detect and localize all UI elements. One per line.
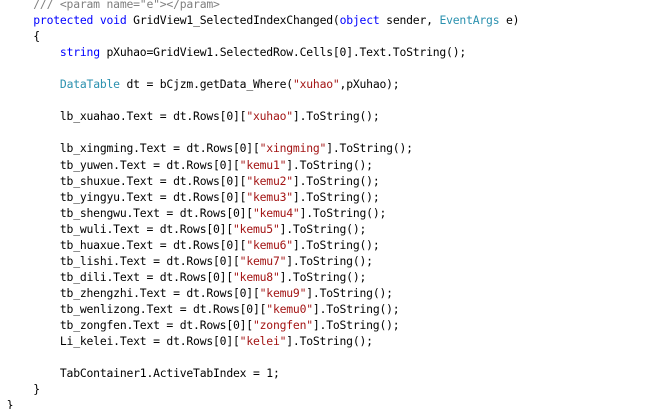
code-token-cmt: /// <param name="e"></param> bbox=[33, 0, 220, 11]
code-token-str: "xuhao" bbox=[292, 77, 340, 92]
code-token-plain: ,pXuhao); bbox=[339, 77, 400, 92]
code-line[interactable]: tb_yingyu.Text = dt.Rows[0]["kemu3"].ToS… bbox=[0, 189, 380, 205]
code-token-plain: GridView1_SelectedIndexChanged( bbox=[126, 13, 340, 28]
code-token-plain: TabContainer1.ActiveTabIndex = 1; bbox=[0, 366, 280, 381]
code-token-kw: object bbox=[339, 13, 380, 28]
code-token-str: "kemu1" bbox=[239, 157, 287, 172]
code-token-str: "kemu5" bbox=[233, 221, 280, 236]
code-token-str: "kemu3" bbox=[246, 189, 293, 204]
code-token-str: "xingming" bbox=[259, 141, 327, 156]
code-token-type: EventArgs bbox=[439, 13, 500, 28]
code-token-plain: ].ToString(); bbox=[279, 221, 367, 236]
code-token-plain: lb_xingming.Text = dt.Rows[0][ bbox=[0, 141, 260, 156]
code-token-plain: tb_huaxue.Text = dt.Rows[0][ bbox=[0, 237, 247, 252]
code-token-plain: tb_zongfen.Text = dt.Rows[0][ bbox=[0, 318, 253, 332]
code-token-plain: } bbox=[33, 382, 40, 397]
code-token-plain: tb_dili.Text = dt.Rows[0][ bbox=[0, 269, 233, 284]
code-editor[interactable]: /// <param name="e"></param> protected v… bbox=[0, 0, 660, 409]
code-line[interactable]: } bbox=[0, 381, 40, 397]
code-token-plain: ].ToString(); bbox=[312, 301, 400, 316]
code-line[interactable]: } bbox=[0, 397, 14, 409]
code-line[interactable]: tb_dili.Text = dt.Rows[0]["kemu8"].ToStr… bbox=[0, 269, 366, 285]
code-line[interactable]: lb_xuahao.Text = dt.Rows[0]["xuhao"].ToS… bbox=[0, 108, 380, 124]
code-line[interactable]: tb_zhengzhi.Text = dt.Rows[0]["kemu9"].T… bbox=[0, 285, 393, 301]
code-token-str: "kemu7" bbox=[239, 253, 287, 268]
code-token-plain: ].ToString(); bbox=[286, 253, 373, 268]
code-token-plain: ].ToString(); bbox=[292, 109, 380, 124]
code-token-plain: ].ToString(); bbox=[306, 285, 393, 300]
code-token-plain: tb_wuli.Text = dt.Rows[0][ bbox=[0, 221, 233, 236]
code-token-str: "kemu6" bbox=[246, 237, 293, 252]
code-token-plain: ].ToString(); bbox=[279, 269, 367, 284]
code-line[interactable]: protected void GridView1_SelectedIndexCh… bbox=[0, 12, 519, 28]
code-token-plain: ].ToString(); bbox=[292, 173, 380, 188]
code-line[interactable]: tb_lishi.Text = dt.Rows[0]["kemu7"].ToSt… bbox=[0, 253, 373, 269]
code-line[interactable]: { bbox=[0, 28, 40, 44]
code-token-plain: } bbox=[6, 398, 14, 409]
code-token-str: "kemu9" bbox=[259, 285, 307, 300]
code-token-plain: tb_yuwen.Text = dt.Rows[0][ bbox=[0, 157, 240, 172]
code-line[interactable]: tb_wuli.Text = dt.Rows[0]["kemu5"].ToStr… bbox=[0, 221, 366, 237]
code-token-str: "zongfen" bbox=[252, 318, 313, 332]
code-line[interactable]: tb_yuwen.Text = dt.Rows[0]["kemu1"].ToSt… bbox=[0, 157, 373, 173]
code-line[interactable]: /// <param name="e"></param> bbox=[0, 0, 220, 12]
code-token-plain: tb_yingyu.Text = dt.Rows[0][ bbox=[0, 189, 247, 204]
code-line[interactable]: DataTable dt = bCjzm.getData_Where("xuha… bbox=[0, 76, 400, 92]
code-token-str: "kemu8" bbox=[233, 269, 280, 284]
code-token-plain: ].ToString(); bbox=[286, 334, 373, 349]
code-token-plain: lb_xuahao.Text = dt.Rows[0][ bbox=[0, 109, 247, 124]
code-line[interactable]: lb_xingming.Text = dt.Rows[0]["xingming"… bbox=[0, 140, 413, 156]
code-token-str: "xuhao" bbox=[246, 109, 293, 124]
code-token-plain: e) bbox=[499, 13, 520, 28]
code-token-plain: ].ToString(); bbox=[326, 141, 413, 156]
code-token-str: "kemu4" bbox=[252, 205, 300, 220]
code-line[interactable]: tb_shuxue.Text = dt.Rows[0]["kemu2"].ToS… bbox=[0, 173, 380, 189]
code-token-str: "kemu2" bbox=[246, 173, 293, 188]
code-line[interactable]: Li_kelei.Text = dt.Rows[0]["kelei"].ToSt… bbox=[0, 333, 373, 349]
code-token-plain: ].ToString(); bbox=[292, 189, 380, 204]
code-line[interactable]: tb_shengwu.Text = dt.Rows[0]["kemu4"].To… bbox=[0, 205, 386, 221]
code-token-plain: pXuhao=GridView1.SelectedRow.Cells[0].Te… bbox=[99, 45, 467, 60]
code-token-str: "kelei" bbox=[239, 334, 287, 349]
code-token-plain: ].ToString(); bbox=[299, 205, 387, 220]
code-line[interactable]: tb_huaxue.Text = dt.Rows[0]["kemu6"].ToS… bbox=[0, 237, 380, 253]
code-token-str: "kemu0" bbox=[266, 301, 313, 316]
code-token-plain: ].ToString(); bbox=[286, 157, 373, 172]
code-token-type: DataTable bbox=[59, 77, 120, 92]
code-token-kw: void bbox=[99, 13, 127, 28]
code-token-plain: Li_kelei.Text = dt.Rows[0][ bbox=[0, 334, 240, 349]
code-token-plain: ].ToString(); bbox=[312, 318, 400, 332]
code-token-plain: tb_wenlizong.Text = dt.Rows[0][ bbox=[0, 301, 267, 316]
code-line[interactable]: TabContainer1.ActiveTabIndex = 1; bbox=[0, 365, 280, 381]
code-token-plain: tb_zhengzhi.Text = dt.Rows[0][ bbox=[0, 285, 260, 300]
code-token-plain: tb_lishi.Text = dt.Rows[0][ bbox=[0, 253, 240, 268]
code-token-kw: protected bbox=[33, 13, 94, 28]
code-line[interactable]: string pXuhao=GridView1.SelectedRow.Cell… bbox=[0, 44, 466, 60]
code-token-plain: dt = bCjzm.getData_Where( bbox=[119, 77, 293, 92]
code-line[interactable]: tb_wenlizong.Text = dt.Rows[0]["kemu0"].… bbox=[0, 301, 400, 317]
code-token-kw: string bbox=[59, 45, 100, 60]
code-line[interactable]: tb_zongfen.Text = dt.Rows[0]["zongfen"].… bbox=[0, 317, 400, 333]
code-token-plain: sender, bbox=[379, 13, 440, 28]
code-token-plain: { bbox=[33, 29, 40, 44]
code-token-plain: tb_shengwu.Text = dt.Rows[0][ bbox=[0, 205, 253, 220]
code-token-plain: tb_shuxue.Text = dt.Rows[0][ bbox=[0, 173, 247, 188]
code-token-plain: ].ToString(); bbox=[292, 237, 380, 252]
